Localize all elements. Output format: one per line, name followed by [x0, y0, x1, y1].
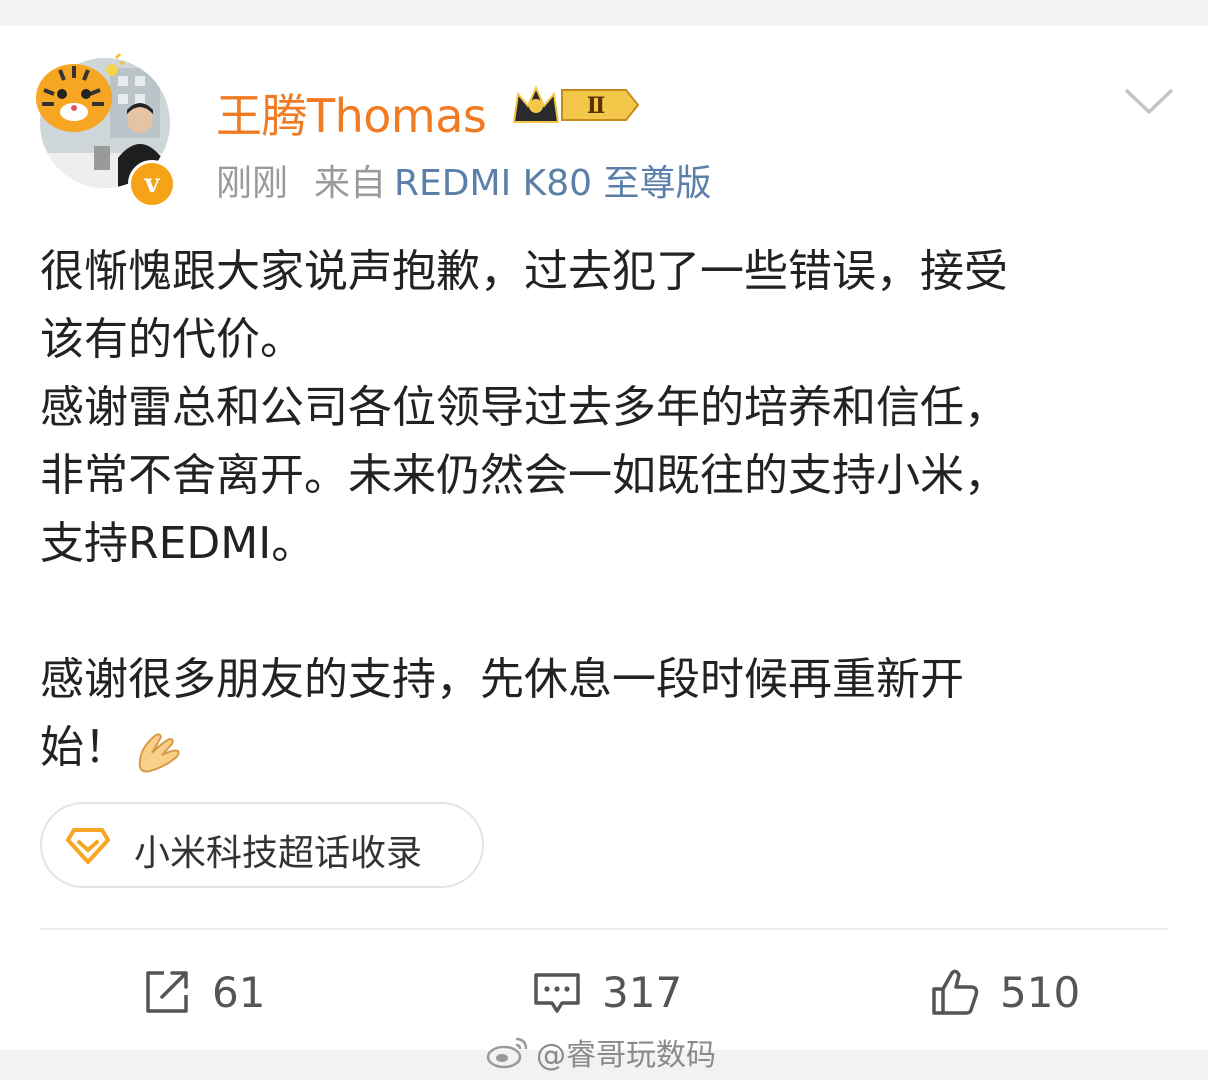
post-meta: 刚刚 来自 REDMI K80 至尊版 [216, 154, 712, 206]
body-line: 支持REDMI。 [40, 518, 316, 569]
repost-button[interactable]: 61 [142, 962, 265, 1022]
body-line: 感谢雷总和公司各位领导过去多年的培养和信任， [40, 382, 1008, 433]
repost-icon [146, 971, 188, 1013]
watermark-text: @睿哥玩数码 [536, 1038, 716, 1073]
divider [40, 928, 1168, 930]
hands-emoji-icon [138, 733, 180, 773]
verified-icon: v [128, 160, 176, 208]
weibo-logo-icon [486, 1037, 528, 1069]
chevron-down-icon[interactable] [1124, 86, 1174, 116]
body-line: 始！ [40, 722, 128, 773]
body-line: 非常不舍离开。未来仍然会一如既往的支持小米， [40, 450, 1008, 501]
body-line: 该有的代价。 [40, 314, 304, 365]
watermark: @睿哥玩数码 [486, 1030, 716, 1074]
diamond-topic-icon [66, 828, 110, 864]
like-button[interactable]: 510 [930, 962, 1080, 1022]
comment-icon [534, 973, 580, 1013]
timestamp: 刚刚 [216, 163, 289, 204]
body-line: 很惭愧跟大家说声抱歉，过去犯了一些错误，接受 [40, 246, 1008, 297]
like-icon [932, 969, 979, 1015]
body-line: 感谢很多朋友的支持，先休息一段时候再重新开 [40, 654, 964, 705]
topic-label: 小米科技超话收录 [134, 833, 423, 874]
author-name[interactable]: 王腾Thomas [216, 80, 487, 146]
source-label: 来自 [314, 163, 387, 204]
crown-badge-icon[interactable]: Ⅱ [510, 82, 642, 128]
badge-level: Ⅱ [587, 93, 606, 119]
comment-button[interactable]: 317 [532, 962, 682, 1022]
tiger-sticker-icon [36, 52, 125, 132]
repost-count: 61 [212, 967, 266, 1017]
topic-chip[interactable]: 小米科技超话收录 [40, 802, 484, 888]
comment-count: 317 [602, 967, 683, 1017]
source-device-link[interactable]: REDMI K80 至尊版 [394, 163, 711, 204]
post-body: 很惭愧跟大家说声抱歉，过去犯了一些错误，接受 该有的代价。感谢雷总和公司各位领导过… [40, 238, 1170, 782]
body-line [40, 578, 1170, 646]
like-count: 510 [1000, 967, 1081, 1017]
